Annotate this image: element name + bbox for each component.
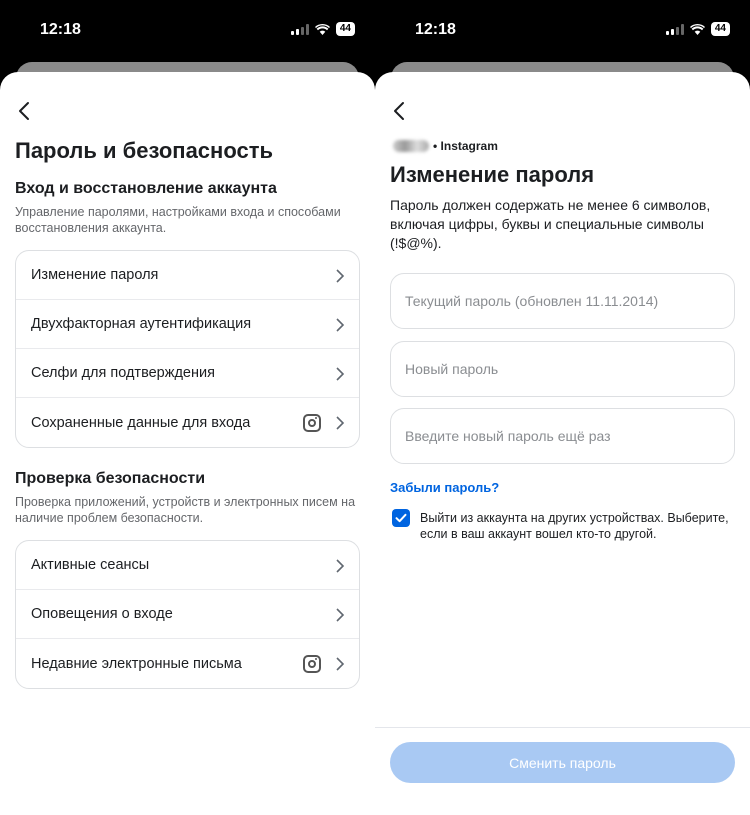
list-item-login-alerts[interactable]: Оповещения о входе [16,590,359,639]
account-indicator: • Instagram [393,139,498,153]
list-item-label: Недавние электронные письма [31,655,242,672]
section-title-login: Вход и восстановление аккаунта [15,180,277,197]
list-item-active-sessions[interactable]: Активные сеансы [16,541,359,590]
chevron-right-icon [336,269,345,283]
change-password-sheet: • Instagram Изменение пароля Пароль долж… [375,72,750,815]
password-requirements: Пароль должен содержать не менее 6 симво… [390,197,711,251]
chevron-right-icon [336,559,345,573]
status-icons: 44 [290,22,355,36]
cellular-signal-icon [290,23,309,35]
list-item-selfie-verification[interactable]: Селфи для подтверждения [16,349,359,398]
back-arrow-icon[interactable] [389,100,411,122]
wifi-icon [689,23,705,35]
list-item-label: Оповещения о входе [31,606,173,622]
forgot-password-link[interactable]: Забыли пароль? [390,480,499,495]
repeat-password-input[interactable] [391,409,734,463]
section-description-login: Управление паролями, настройками входа и… [15,205,341,235]
page-title: Изменение пароля [390,162,595,187]
change-password-button[interactable]: Сменить пароль [390,742,735,783]
chevron-right-icon [336,416,345,430]
status-time: 12:18 [415,21,456,38]
page-title: Пароль и безопасность [15,138,274,163]
list-item-label: Двухфакторная аутентификация [31,316,252,332]
current-password-input[interactable] [391,274,734,328]
chevron-right-icon [336,657,345,671]
instagram-icon [303,655,321,673]
battery-icon: 44 [335,22,355,36]
section-description-security-check: Проверка приложений, устройств и электро… [15,495,356,525]
account-platform: • Instagram [433,139,498,153]
new-password-input[interactable] [391,342,734,396]
checkmark-icon [395,513,407,523]
logout-other-devices-label[interactable]: Выйти из аккаунта на других устройствах.… [420,510,740,542]
cellular-signal-icon [665,23,684,35]
list-item-label: Сохраненные данные для входа [31,414,251,431]
chevron-right-icon [336,608,345,622]
logout-other-devices-checkbox[interactable] [392,509,410,527]
list-item-recent-emails[interactable]: Недавние электронные письма [16,639,359,688]
blurred-username [393,140,429,152]
new-password-field [390,341,735,397]
screen-change-password: 12:18 44 • Instagram Изменение пароля Па… [375,0,750,815]
list-item-label: Изменение пароля [31,267,159,283]
current-password-field [390,273,735,329]
chevron-right-icon [336,318,345,332]
list-item-two-factor[interactable]: Двухфакторная аутентификация [16,300,359,349]
repeat-password-field [390,408,735,464]
section-title-security-check: Проверка безопасности [15,470,206,487]
list-item-saved-login[interactable]: Сохраненные данные для входа [16,398,359,447]
settings-sheet: Пароль и безопасность Вход и восстановле… [0,72,375,815]
chevron-right-icon [336,367,345,381]
divider [375,727,750,728]
status-icons: 44 [665,22,730,36]
back-arrow-icon[interactable] [14,100,36,122]
security-check-list: Активные сеансы Оповещения о входе Недав… [15,540,360,689]
instagram-icon [303,414,321,432]
list-item-label: Активные сеансы [31,557,150,573]
list-item-label: Селфи для подтверждения [31,365,215,381]
battery-icon: 44 [710,22,730,36]
status-bar: 12:18 44 [0,0,375,64]
login-recovery-list: Изменение пароля Двухфакторная аутентифи… [15,250,360,448]
list-item-change-password[interactable]: Изменение пароля [16,251,359,300]
status-bar: 12:18 44 [375,0,750,64]
status-time: 12:18 [40,21,81,38]
screen-password-security: 12:18 44 Пароль и безопасность Вход и во… [0,0,375,815]
wifi-icon [314,23,330,35]
